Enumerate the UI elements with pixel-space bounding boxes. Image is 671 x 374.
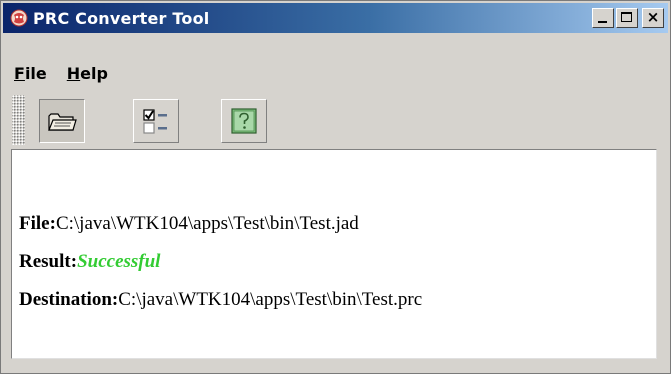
prc-app-icon[interactable]	[10, 9, 28, 27]
menu-help-mnemonic: H	[66, 63, 81, 83]
destination-path: C:\java\WTK104\apps\Test\bin\Test.prc	[118, 289, 423, 310]
title-bar[interactable]: PRC Converter Tool ×	[3, 3, 668, 33]
menu-file[interactable]: File	[14, 64, 47, 83]
minimize-icon	[598, 21, 607, 23]
window-title: PRC Converter Tool	[33, 8, 210, 28]
options-button[interactable]	[133, 99, 179, 143]
close-icon: ×	[646, 8, 660, 26]
app-window: PRC Converter Tool × File Help File:C:\j…	[0, 0, 671, 374]
open-file-button[interactable]	[39, 99, 85, 143]
toolbar-grip[interactable]	[12, 95, 25, 145]
open-folder-icon	[48, 113, 77, 131]
checklist-options-icon	[143, 109, 167, 134]
help-button[interactable]	[221, 99, 267, 143]
file-line: File:C:\java\WTK104\apps\Test\bin\Test.j…	[19, 213, 359, 235]
window-controls: ×	[592, 8, 664, 28]
destination-label: Destination:	[19, 289, 119, 310]
result-label: Result:	[19, 251, 78, 272]
menu-help[interactable]: Help	[67, 64, 108, 83]
menu-bar: File Help	[3, 58, 668, 88]
menu-help-label: elp	[80, 63, 108, 83]
help-question-icon	[231, 108, 257, 134]
menu-file-mnemonic: F	[14, 63, 25, 83]
result-panel: File:C:\java\WTK104\apps\Test\bin\Test.j…	[11, 149, 657, 359]
menu-file-label: ile	[24, 63, 47, 83]
minimize-button[interactable]	[592, 8, 614, 28]
file-label: File:	[19, 213, 56, 234]
close-button[interactable]: ×	[642, 8, 664, 28]
destination-line: Destination:C:\java\WTK104\apps\Test\bin…	[19, 289, 422, 311]
result-status: Successful	[77, 251, 161, 272]
maximize-icon	[621, 12, 632, 22]
result-line: Result:Successful	[19, 251, 160, 273]
maximize-button[interactable]	[616, 8, 638, 28]
file-path: C:\java\WTK104\apps\Test\bin\Test.jad	[55, 213, 359, 234]
toolbar	[3, 89, 668, 153]
